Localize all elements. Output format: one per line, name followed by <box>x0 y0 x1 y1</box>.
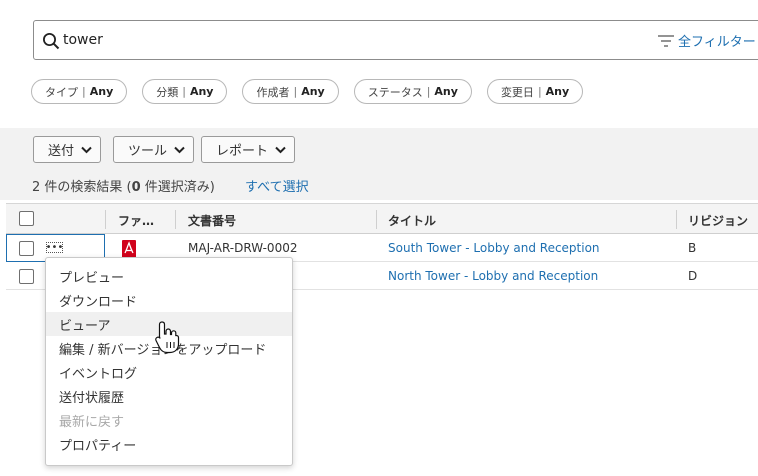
select-all-checkbox[interactable] <box>19 211 34 226</box>
cell-title-link[interactable]: South Tower - Lobby and Reception <box>388 241 600 255</box>
chip-label: 作成者 <box>256 85 290 99</box>
more-actions-icon[interactable]: ••• <box>46 242 63 253</box>
chip-separator: | <box>293 85 298 98</box>
column-divider <box>175 210 176 229</box>
menu-item-edit-upload-version[interactable]: 編集 / 新バージョンをアップロード <box>46 336 292 360</box>
cell-revision: B <box>688 241 697 255</box>
chip-value: Any <box>89 85 114 98</box>
chip-separator: | <box>537 85 542 98</box>
col-header-title[interactable]: タイトル <box>388 212 436 229</box>
result-prefix: 2 件の検索結果 ( <box>32 180 132 195</box>
search-box[interactable]: 全フィルター <box>33 20 758 60</box>
column-divider <box>376 210 377 229</box>
all-filters-label: 全フィルター <box>678 35 756 50</box>
send-button[interactable]: 送付 <box>33 136 102 163</box>
search-input[interactable] <box>63 29 563 51</box>
menu-item-properties[interactable]: プロパティー <box>46 432 292 456</box>
chip-label: ステータス <box>367 85 423 99</box>
col-header-file[interactable]: ファ… <box>118 212 154 229</box>
tools-label: ツール <box>128 144 168 159</box>
chevron-down-icon <box>174 146 185 153</box>
report-label: レポート <box>216 144 269 159</box>
search-icon <box>43 33 60 50</box>
chip-modified-date[interactable]: 変更日 | Any <box>486 79 584 104</box>
send-label: 送付 <box>48 144 75 159</box>
chip-author[interactable]: 作成者 | Any <box>242 79 339 104</box>
row-checkbox[interactable] <box>19 269 34 284</box>
column-divider <box>676 210 677 229</box>
result-count: 2 件の検索結果 (0 件選択済み) <box>32 176 215 195</box>
chip-value: Any <box>189 85 214 98</box>
result-suffix: 件選択済み) <box>140 180 215 195</box>
col-header-revision[interactable]: リビジョン <box>688 212 748 229</box>
chip-separator: | <box>82 85 86 98</box>
chip-label: タイプ <box>45 85 78 99</box>
filter-icon <box>658 34 674 47</box>
chip-label: 変更日 <box>500 85 534 99</box>
select-all-link[interactable]: すべて選択 <box>245 176 309 195</box>
menu-item-revert-to-latest: 最新に戻す <box>59 414 125 430</box>
search-area: 全フィルター タイプ|Any 分類|Any 作成者|Any ステータス|Any … <box>0 0 758 128</box>
chip-separator: | <box>182 85 186 98</box>
chip-value: Any <box>301 85 325 98</box>
tools-button[interactable]: ツール <box>113 136 195 163</box>
row-checkbox[interactable] <box>19 241 34 256</box>
cell-revision: D <box>688 269 698 283</box>
chip-value: Any <box>545 85 570 98</box>
all-filters-link[interactable]: 全フィルター <box>657 31 756 50</box>
chip-classification[interactable]: 分類 | Any <box>142 79 228 104</box>
chevron-down-icon <box>275 146 286 153</box>
cell-title-link[interactable]: North Tower - Lobby and Reception <box>388 269 598 283</box>
pdf-file-icon <box>122 240 136 258</box>
column-divider <box>105 210 106 229</box>
chip-label: 分類 <box>156 85 179 99</box>
chip-value: Any <box>434 85 458 98</box>
menu-item-event-log[interactable]: イベントログ <box>46 360 292 384</box>
results-toolbar: 送付 ツール レポート 2 件の検索結果 (0 件選択済み) すべて選択 <box>0 128 758 200</box>
selected-count: 0 <box>131 180 141 195</box>
report-button[interactable]: レポート <box>201 136 296 163</box>
chevron-down-icon <box>81 146 92 153</box>
chip-separator: | <box>426 85 431 98</box>
filter-chips: タイプ | Any 分類 | Any 作成者 | Any ステータス | Any 変更日 | Any <box>31 79 598 104</box>
chip-status[interactable]: ステータス | Any <box>353 79 472 104</box>
menu-item-download[interactable]: ダウンロード <box>46 288 292 312</box>
cell-doc-number: MAJ-AR-DRW-0002 <box>188 241 298 255</box>
menu-item-viewer[interactable]: ビューア <box>46 312 292 336</box>
col-header-doc-number[interactable]: 文書番号 <box>188 212 236 229</box>
row-context-menu: プレビュー ダウンロード ビューア 編集 / 新バージョンをアップロード イベン… <box>45 257 293 466</box>
chip-type[interactable]: タイプ | Any <box>31 79 128 104</box>
menu-item-preview[interactable]: プレビュー <box>46 264 292 288</box>
table-header: ファ… 文書番号 タイトル リビジョン <box>6 203 758 234</box>
menu-item-transmittal-history[interactable]: 送付状履歴 <box>46 384 292 408</box>
